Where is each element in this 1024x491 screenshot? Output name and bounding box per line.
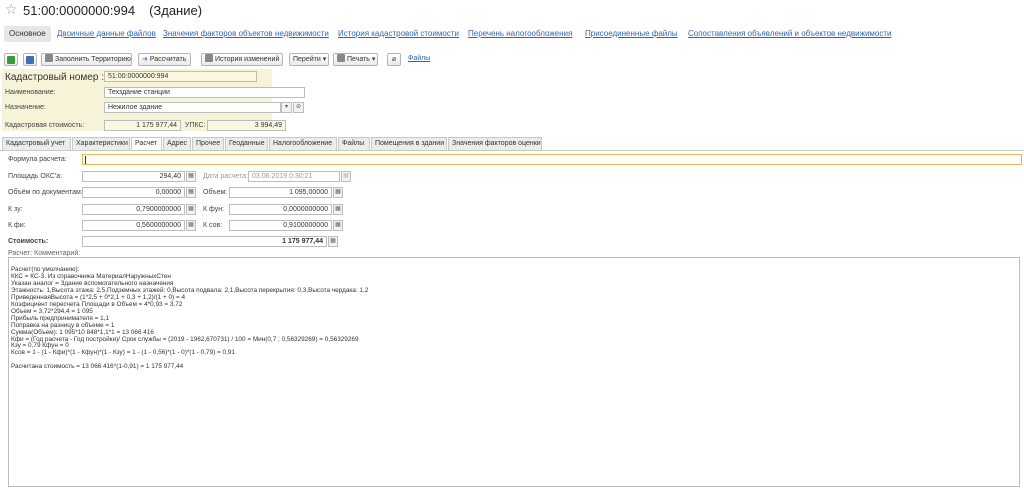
cadastral-number-field[interactable]: 51:00:0000000:994 <box>104 71 257 82</box>
upks-label: УПКС: <box>185 122 206 129</box>
chevron-down-icon: ▾ <box>322 56 327 63</box>
comment-text: Расчет(по умолчанию): ККС = КС-3. Из спр… <box>9 258 1019 371</box>
formula-input[interactable] <box>82 154 1022 165</box>
name-label: Наименование: <box>5 89 56 96</box>
area-calculator-icon[interactable]: ▦ <box>186 171 196 182</box>
tab-premises[interactable]: Помещения в здании <box>371 137 447 150</box>
kfi-label: К фи: <box>8 222 26 229</box>
kzu-calculator-icon[interactable]: ▦ <box>186 204 196 215</box>
print-icon <box>337 54 345 62</box>
kzu-field[interactable]: 0,7900000000 <box>82 204 185 215</box>
volume-field[interactable]: 1 095,00000 <box>229 187 332 198</box>
kzu-label: К зу: <box>8 206 23 213</box>
comment-line: Прибыль предпринимателя = 1,1 <box>11 314 110 322</box>
purpose-label: Назначение: <box>5 104 46 111</box>
arrow-right-icon: ➔ <box>142 56 150 63</box>
table-icon <box>45 54 53 62</box>
purpose-open-button[interactable]: ⊘ <box>293 102 304 113</box>
comment-label: Расчет: Комментарий: <box>8 250 81 257</box>
chevron-down-icon: ▾ <box>371 56 376 63</box>
nav-ad-matching[interactable]: Сопоставления объявлений и объектов недв… <box>688 26 892 42</box>
link-icon: ⊘ <box>295 104 302 110</box>
nav-cost-history[interactable]: История кадастровой стоимости <box>338 26 459 42</box>
files-link[interactable]: Файлы <box>408 55 430 62</box>
cadastral-cost-field: 1 175 977,44 <box>104 120 181 131</box>
volume-calculator-icon[interactable]: ▦ <box>333 187 343 198</box>
kfi-field[interactable]: 0,5600000000 <box>82 220 185 231</box>
formula-label: Формула расчета: <box>8 156 67 163</box>
cost-label: Стоимость: <box>8 238 49 245</box>
section-nav: Основное Двоичные данные файлов Значения… <box>0 26 1024 44</box>
kfun-label: К фун: <box>203 206 225 213</box>
upks-field: 3 994,49 <box>207 120 286 131</box>
nav-binary-data[interactable]: Двоичные данные файлов <box>57 26 156 42</box>
tab-assessment-factors[interactable]: Значения факторов оценки <box>448 137 542 150</box>
nav-factor-values[interactable]: Значения факторов объектов недвижимости <box>163 26 329 42</box>
ok-button[interactable] <box>4 53 18 66</box>
tab-taxation[interactable]: Налогообложение <box>269 137 337 150</box>
comment-line: Коэфициент пересчета Площади в Объем = 4… <box>11 300 183 308</box>
kfun-calculator-icon[interactable]: ▦ <box>333 204 343 215</box>
tab-geodata[interactable]: Геоданные <box>225 137 268 150</box>
page-title: 51:00:0000000:994 (Здание) <box>23 3 202 18</box>
volume-label: Объем: <box>203 189 228 196</box>
fill-territory-button[interactable]: Заполнить Территорию <box>41 53 132 66</box>
ksov-label: К сов: <box>203 222 223 229</box>
ksov-field[interactable]: 0,9100000000 <box>229 220 332 231</box>
save-icon <box>26 56 34 64</box>
nav-taxation-list[interactable]: Перечень налогообложения <box>468 26 572 42</box>
tab-address[interactable]: Адрес <box>163 137 191 150</box>
calculate-button[interactable]: ➔ Рассчитать <box>138 53 191 66</box>
print-dropdown[interactable]: Печать ▾ <box>333 53 378 66</box>
comment-textarea[interactable]: Расчет(по умолчанию): ККС = КС-3. Из спр… <box>8 257 1020 487</box>
check-icon <box>7 56 15 64</box>
volume-doc-field[interactable]: 0,00000 <box>82 187 185 198</box>
cadastral-number-label: Кадастровый номер : <box>5 72 104 83</box>
kfun-field[interactable]: 0,0000000000 <box>229 204 332 215</box>
kfi-calculator-icon[interactable]: ▦ <box>186 220 196 231</box>
tab-divider <box>0 150 1024 151</box>
purpose-field[interactable]: Нежилое здание <box>104 102 281 113</box>
cost-calculator-icon[interactable]: ▦ <box>328 236 338 247</box>
calc-date-field: 03.06.2019 0:30:21 <box>248 171 340 182</box>
tab-other[interactable]: Прочее <box>192 137 224 150</box>
volume-doc-calculator-icon[interactable]: ▦ <box>186 187 196 198</box>
comment-line: Расчитана стоимость = 13 066 416*(1-0,91… <box>11 363 184 371</box>
history-icon <box>205 54 213 62</box>
area-label: Площадь ОКС'а: <box>8 173 63 180</box>
nav-main[interactable]: Основное <box>4 26 51 42</box>
tab-calculation[interactable]: Расчет <box>131 137 162 151</box>
comment-line: Кфи = (Год расчета - Год постройки)/ Сро… <box>11 335 359 343</box>
area-field[interactable]: 294,40 <box>82 171 185 182</box>
goto-dropdown[interactable]: Перейти ▾ <box>289 53 329 66</box>
volume-doc-label: Объём по документам: <box>8 189 83 196</box>
tab-characteristics[interactable]: Характеристики <box>72 137 130 150</box>
nav-attached-files[interactable]: Присоединенные файлы <box>585 26 678 42</box>
name-field[interactable]: Техздание станции <box>104 87 305 98</box>
text-cursor <box>85 156 86 164</box>
favorite-star-icon[interactable]: ☆ <box>5 1 18 18</box>
tab-cadastral-record[interactable]: Кадастровый учет <box>2 137 71 150</box>
comment-line: Ксов = 1 - (1 - Кфи)*(1 - Кфун)*(1 - Кзу… <box>11 349 235 357</box>
cadastral-cost-label: Кадастровая стоимость: <box>5 122 85 129</box>
attach-button[interactable]: ⌀ <box>387 53 401 66</box>
chevron-down-icon: ▾ <box>284 104 288 110</box>
paperclip-icon: ⌀ <box>391 56 397 63</box>
title-kind: (Здание) <box>149 3 203 18</box>
save-button[interactable] <box>23 53 37 66</box>
tab-files[interactable]: Файлы <box>338 137 370 150</box>
calendar-icon: ▦ <box>341 171 351 182</box>
ksov-calculator-icon[interactable]: ▦ <box>333 220 343 231</box>
history-button[interactable]: История изменений <box>201 53 283 66</box>
cost-field[interactable]: 1 175 977,44 <box>82 236 327 247</box>
comment-line: Поправка на разницу в объеме = 1 <box>11 321 115 329</box>
calc-date-label: Дата расчета: <box>203 173 248 180</box>
title-code: 51:00:0000000:994 <box>23 3 136 18</box>
comment-line: Объем = 3,72*294,4 = 1 095 <box>11 307 93 315</box>
purpose-dropdown-button[interactable]: ▾ <box>281 102 292 113</box>
